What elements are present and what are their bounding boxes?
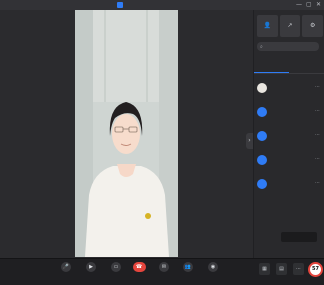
search-icon: ⌕ bbox=[260, 43, 263, 50]
meeting-window: — ▢ ✕ › 👤 ↗ ⚙ ⌕ ⋯ ⋯ ⋯ ⋯ ⋯ 🎤 ▶ ▭ ☎ ✉ 👥 ◉ … bbox=[0, 0, 324, 285]
participant-row[interactable]: ⋯ bbox=[254, 100, 324, 124]
network-quality-badge[interactable]: 57 bbox=[308, 262, 323, 277]
tab-0[interactable] bbox=[254, 63, 289, 73]
video-stage: › bbox=[0, 10, 253, 258]
screen-share-icon: ▭ bbox=[111, 262, 121, 272]
microphone-icon: 🎤 bbox=[61, 262, 71, 272]
more-options-icon[interactable]: ⋯ bbox=[315, 180, 320, 186]
grid-view-icon[interactable]: ▦ bbox=[259, 263, 270, 275]
toolbar-button[interactable]: ▭ bbox=[105, 262, 127, 284]
speaker-video-frame bbox=[75, 10, 178, 257]
avatar bbox=[257, 131, 267, 141]
sidebar-tool-button[interactable]: 👤 bbox=[257, 15, 278, 37]
members-icon: 👥 bbox=[183, 262, 193, 272]
window-title-group bbox=[117, 1, 125, 9]
more-options-icon[interactable]: ⋯ bbox=[315, 156, 320, 162]
chat-icon: ✉ bbox=[159, 262, 169, 272]
person-icon: 👤 bbox=[263, 22, 272, 29]
avatar bbox=[257, 179, 267, 189]
participant-row[interactable]: ⋯ bbox=[254, 148, 324, 172]
layout-icon[interactable]: ▤ bbox=[276, 263, 287, 275]
end-call-icon: ☎ bbox=[132, 262, 146, 272]
avatar bbox=[257, 107, 267, 117]
meeting-shield-icon bbox=[117, 2, 123, 8]
window-controls: — ▢ ✕ bbox=[296, 1, 321, 8]
participant-list: ⋯ ⋯ ⋯ ⋯ ⋯ bbox=[254, 76, 324, 196]
record-icon: ◉ bbox=[208, 262, 218, 272]
participant-row[interactable]: ⋯ bbox=[254, 124, 324, 148]
sidebar-tool-button[interactable]: ↗ bbox=[279, 15, 301, 37]
meeting-toolbar: 🎤 ▶ ▭ ☎ ✉ 👥 ◉ ▦ ▤ ⋯ bbox=[0, 258, 324, 285]
avatar bbox=[257, 83, 267, 93]
avatar bbox=[257, 155, 267, 165]
participant-row[interactable]: ⋯ bbox=[254, 76, 324, 100]
participant-tabs bbox=[254, 63, 324, 74]
toolbar-button[interactable]: ☎ bbox=[128, 262, 150, 284]
settings-icon: ⚙ bbox=[309, 22, 316, 29]
participant-search[interactable]: ⌕ bbox=[257, 42, 319, 51]
more-options-icon[interactable]: ⋯ bbox=[315, 108, 320, 114]
main-video[interactable] bbox=[75, 10, 178, 257]
participant-sidebar: 👤 ↗ ⚙ ⌕ ⋯ ⋯ ⋯ ⋯ ⋯ bbox=[253, 10, 324, 258]
more-options-icon[interactable]: ⋯ bbox=[315, 132, 320, 138]
more-icon[interactable]: ⋯ bbox=[293, 263, 304, 275]
toolbar-button[interactable]: 👥 bbox=[177, 262, 199, 284]
sidebar-tool-button[interactable]: ⚙ bbox=[302, 15, 324, 37]
participant-row[interactable]: ⋯ bbox=[254, 172, 324, 196]
search-input[interactable] bbox=[264, 42, 315, 51]
toolbar-button[interactable]: ▶ bbox=[80, 262, 102, 284]
toolbar-button[interactable]: 🎤 bbox=[55, 262, 77, 284]
more-options-icon[interactable]: ⋯ bbox=[315, 84, 320, 90]
share-icon: ↗ bbox=[287, 22, 293, 29]
collapse-sidebar-chevron-icon[interactable]: › bbox=[246, 133, 253, 149]
title-bar: — ▢ ✕ bbox=[0, 0, 324, 10]
tab-1[interactable] bbox=[289, 63, 324, 73]
notification-toast bbox=[281, 232, 317, 242]
close-button[interactable]: ✕ bbox=[316, 1, 321, 8]
maximize-button[interactable]: ▢ bbox=[306, 1, 312, 8]
toolbar-button[interactable]: ✉ bbox=[153, 262, 175, 284]
camera-icon: ▶ bbox=[86, 262, 96, 272]
toolbar-button[interactable]: ◉ bbox=[202, 262, 224, 284]
sidebar-tools: 👤 ↗ ⚙ bbox=[257, 15, 324, 45]
minimize-button[interactable]: — bbox=[296, 1, 302, 8]
